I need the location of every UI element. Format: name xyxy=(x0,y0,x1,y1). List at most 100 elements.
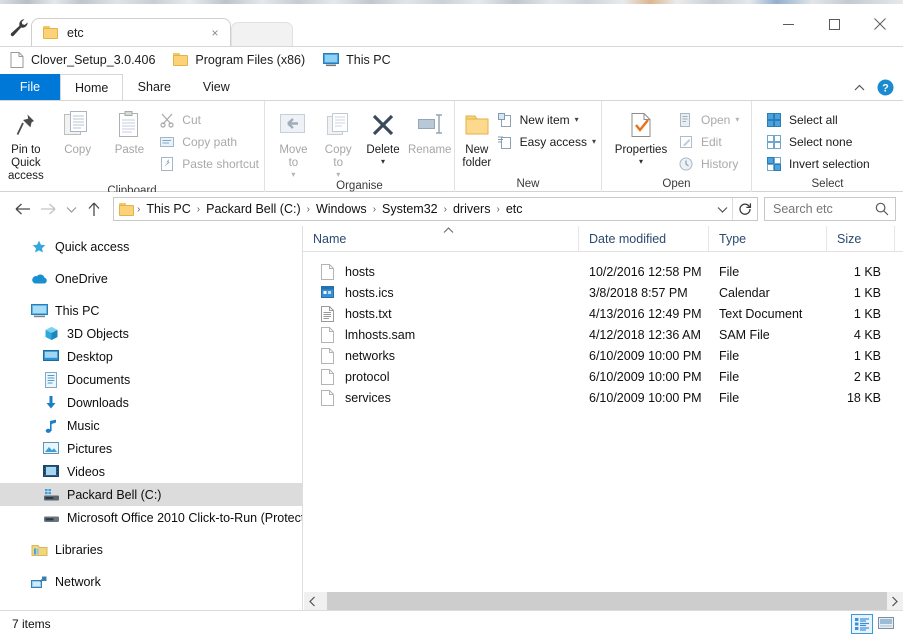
chevron-down-icon[interactable]: ▾ xyxy=(639,158,643,166)
search-box[interactable] xyxy=(764,197,896,221)
copy-path-button[interactable]: Copy path xyxy=(155,131,264,153)
sidebar-item-this-pc[interactable]: This PC xyxy=(0,299,302,322)
breadcrumb-windows[interactable]: Windows xyxy=(311,202,372,216)
sidebar-item-network[interactable]: Network xyxy=(0,570,302,593)
forward-button[interactable] xyxy=(35,196,61,222)
sidebar-item-downloads[interactable]: Downloads xyxy=(0,391,302,414)
refresh-button[interactable] xyxy=(732,198,757,220)
sidebar-item-quick-access[interactable]: Quick access xyxy=(0,235,302,258)
bookmark-label: Program Files (x86) xyxy=(195,52,306,67)
select-all-button[interactable]: Select all xyxy=(762,109,875,131)
table-row[interactable]: hosts 10/2/2016 12:58 PM File 1 KB xyxy=(303,261,903,282)
open-button[interactable]: Open ▾ xyxy=(674,109,744,131)
file-icon xyxy=(10,51,24,68)
cut-button[interactable]: Cut xyxy=(155,109,264,131)
chevron-down-icon[interactable]: ▾ xyxy=(735,116,739,124)
table-row[interactable]: hosts.txt 4/13/2016 12:49 PM Text Docume… xyxy=(303,303,903,324)
address-dropdown-button[interactable] xyxy=(712,198,732,220)
scroll-left-button[interactable] xyxy=(304,592,321,610)
scrollbar-track[interactable] xyxy=(321,592,887,610)
column-header-size[interactable]: Size xyxy=(827,225,895,252)
sidebar-item-label: Videos xyxy=(67,464,105,479)
scroll-right-button[interactable] xyxy=(886,592,903,610)
properties-button[interactable]: Properties ▾ xyxy=(608,105,674,166)
paste-shortcut-button[interactable]: Paste shortcut xyxy=(155,153,264,175)
calendar-file-icon xyxy=(321,285,337,301)
sidebar-item-pictures[interactable]: Pictures xyxy=(0,437,302,460)
tab-etc[interactable]: etc × xyxy=(31,18,231,46)
select-all-icon xyxy=(765,111,783,129)
file-date-modified: 10/2/2016 12:58 PM xyxy=(589,264,702,279)
table-row[interactable]: lmhosts.sam 4/12/2018 12:36 AM SAM File … xyxy=(303,324,903,345)
scrollbar-thumb[interactable] xyxy=(327,592,887,610)
chevron-down-icon[interactable]: ▾ xyxy=(291,171,295,179)
breadcrumb-system32[interactable]: System32 xyxy=(377,202,443,216)
chevron-down-icon[interactable]: ▾ xyxy=(381,158,385,166)
chevron-down-icon[interactable]: ▾ xyxy=(336,171,340,179)
up-button[interactable] xyxy=(81,196,107,222)
chevron-down-icon[interactable]: ▾ xyxy=(575,116,579,124)
button-label: Copy path xyxy=(182,135,237,149)
copy-button[interactable]: Copy xyxy=(52,105,104,157)
easy-access-button[interactable]: Easy access ▾ xyxy=(493,131,601,153)
close-button[interactable] xyxy=(857,4,903,44)
address-input[interactable]: › This PC › Packard Bell (C:) › Windows … xyxy=(113,197,758,221)
tab-close-icon[interactable]: × xyxy=(208,26,222,40)
paste-button[interactable]: Paste xyxy=(104,105,156,157)
column-header-name[interactable]: Name xyxy=(303,225,579,252)
sidebar-item-onedrive[interactable]: OneDrive xyxy=(0,267,302,290)
collapse-ribbon-button[interactable] xyxy=(851,79,867,95)
edit-button[interactable]: Edit xyxy=(674,131,744,153)
new-tab-button[interactable] xyxy=(231,22,293,46)
sidebar-item-libraries[interactable]: Libraries xyxy=(0,538,302,561)
button-label: Select all xyxy=(789,113,838,127)
column-header-date-modified[interactable]: Date modified xyxy=(579,225,709,252)
table-row[interactable]: services 6/10/2009 10:00 PM File 18 KB xyxy=(303,387,903,408)
sidebar-item-packard-bell-c[interactable]: Packard Bell (C:) xyxy=(0,483,302,506)
search-input[interactable] xyxy=(771,201,875,217)
help-button[interactable]: ? xyxy=(877,79,894,96)
table-row[interactable]: networks 6/10/2009 10:00 PM File 1 KB xyxy=(303,345,903,366)
table-row[interactable]: hosts.ics 3/8/2018 8:57 PM Calendar 1 KB xyxy=(303,282,903,303)
large-icons-view-button[interactable] xyxy=(875,614,897,634)
bookmark-item-clover-setup[interactable]: Clover_Setup_3.0.406 xyxy=(10,49,155,71)
minimize-button[interactable] xyxy=(765,4,811,44)
ribbon-tabbar-right: ? xyxy=(851,74,903,100)
clover-tabstrip: etc × xyxy=(0,18,760,46)
back-button[interactable] xyxy=(9,196,35,222)
invert-selection-button[interactable]: Invert selection xyxy=(762,153,875,175)
recent-locations-button[interactable] xyxy=(61,196,81,222)
rename-button[interactable]: Rename xyxy=(405,105,454,157)
new-item-button[interactable]: New item ▾ xyxy=(493,109,601,131)
bookmark-item-this-pc[interactable]: This PC xyxy=(323,49,391,71)
copy-to-button[interactable]: Copy to ▾ xyxy=(316,105,361,179)
column-header-type[interactable]: Type xyxy=(709,225,827,252)
delete-button[interactable]: Delete ▾ xyxy=(361,105,406,166)
breadcrumb-this-pc[interactable]: This PC xyxy=(141,202,195,216)
chevron-down-icon[interactable]: ▾ xyxy=(592,138,596,146)
bookmark-item-program-files[interactable]: Program Files (x86) xyxy=(173,49,305,71)
tab-file[interactable]: File xyxy=(0,74,60,100)
sidebar-item-music[interactable]: Music xyxy=(0,414,302,437)
sidebar-item-videos[interactable]: Videos xyxy=(0,460,302,483)
breadcrumb-drivers[interactable]: drivers xyxy=(448,202,496,216)
breadcrumb-packard-bell[interactable]: Packard Bell (C:) xyxy=(201,202,305,216)
history-button[interactable]: History xyxy=(674,153,744,175)
pin-to-quick-access-button[interactable]: Pin to Quick access xyxy=(0,105,52,183)
sidebar-item-documents[interactable]: Documents xyxy=(0,368,302,391)
table-row[interactable]: protocol 6/10/2009 10:00 PM File 2 KB xyxy=(303,366,903,387)
tab-view[interactable]: View xyxy=(185,74,247,100)
select-none-button[interactable]: Select none xyxy=(762,131,875,153)
maximize-button[interactable] xyxy=(811,4,857,44)
tab-share[interactable]: Share xyxy=(123,74,185,100)
details-view-button[interactable] xyxy=(851,613,873,634)
sidebar-item-3d-objects[interactable]: 3D Objects xyxy=(0,322,302,345)
tab-home[interactable]: Home xyxy=(60,74,124,100)
horizontal-scrollbar[interactable] xyxy=(304,592,903,610)
new-small-commands: New item ▾ Easy access ▾ xyxy=(493,105,601,153)
sidebar-item-desktop[interactable]: Desktop xyxy=(0,345,302,368)
move-to-button[interactable]: Move to ▾ xyxy=(271,105,316,179)
sidebar-item-ms-office-click-to-run[interactable]: Microsoft Office 2010 Click-to-Run (Prot… xyxy=(0,506,302,529)
new-folder-button[interactable]: New folder xyxy=(461,105,493,170)
breadcrumb-etc[interactable]: etc xyxy=(501,202,528,216)
